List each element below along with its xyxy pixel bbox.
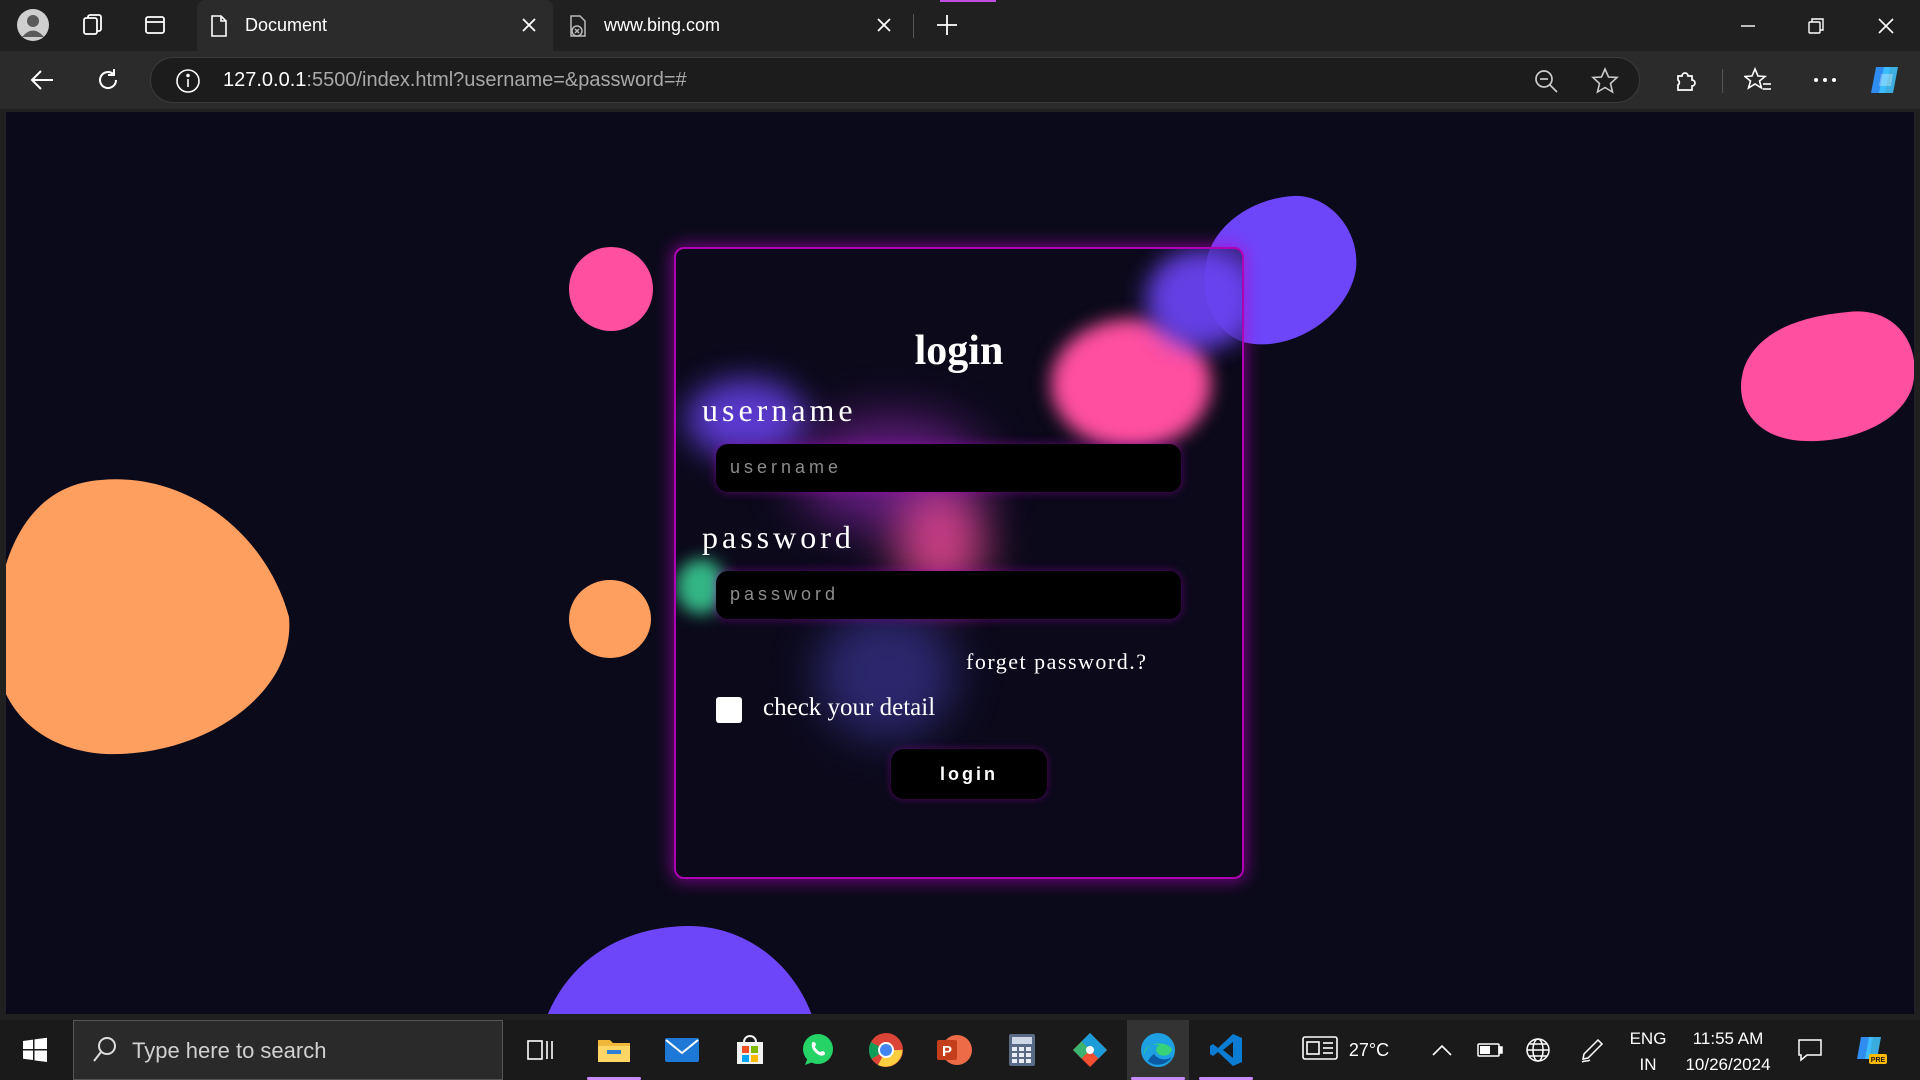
- close-tab-icon[interactable]: [872, 13, 896, 37]
- zoom-out-icon[interactable]: [1533, 68, 1559, 99]
- notifications-icon[interactable]: [1790, 1020, 1830, 1080]
- login-card: login username username password passwor…: [674, 247, 1244, 879]
- page-icon: [209, 14, 229, 43]
- vscode-icon[interactable]: [1195, 1020, 1257, 1080]
- password-label: password: [702, 519, 855, 555]
- weather-icon: [1301, 1035, 1339, 1066]
- workspaces-icon[interactable]: [73, 6, 111, 44]
- git-app-icon[interactable]: [1059, 1020, 1121, 1080]
- mail-icon[interactable]: [651, 1020, 713, 1080]
- microsoft-store-icon[interactable]: [719, 1020, 781, 1080]
- extensions-icon[interactable]: [1666, 60, 1706, 100]
- chrome-icon[interactable]: [855, 1020, 917, 1080]
- powerpoint-icon[interactable]: P: [923, 1020, 985, 1080]
- taskbar-search-box[interactable]: Type here to search: [73, 1020, 503, 1080]
- check-detail-label: check your detail: [763, 694, 936, 721]
- site-info-icon[interactable]: [175, 68, 201, 99]
- task-view-icon[interactable]: [509, 1020, 571, 1080]
- copilot-icon[interactable]: [1865, 60, 1905, 100]
- tab-title: www.bing.com: [604, 15, 721, 35]
- check-detail-checkbox[interactable]: [716, 697, 742, 723]
- favorite-star-icon[interactable]: [1591, 67, 1619, 100]
- battery-icon[interactable]: [1470, 1020, 1510, 1080]
- address-bar[interactable]: 127.0.0.1:5500/index.html?username=&pass…: [150, 57, 1640, 103]
- profile-icon[interactable]: [14, 6, 52, 44]
- language-code: ENG: [1629, 1029, 1667, 1048]
- pink-circle-small: [569, 247, 653, 331]
- close-window-button[interactable]: [1852, 0, 1920, 51]
- start-button[interactable]: [4, 1020, 66, 1080]
- svg-text:PRE: PRE: [1871, 1057, 1886, 1064]
- svg-text:P: P: [942, 1043, 952, 1060]
- taskbar: Type here to search P 27°C ENG IN 11:55 …: [0, 1020, 1920, 1080]
- bing-error-page-icon: [568, 14, 590, 43]
- minimize-button[interactable]: [1714, 0, 1782, 51]
- edge-icon[interactable]: [1127, 1020, 1189, 1080]
- tab-strip: Document www.bing.com: [0, 0, 1920, 51]
- page-viewport: login username username password passwor…: [6, 112, 1914, 1014]
- password-input[interactable]: password: [716, 571, 1181, 619]
- tab-divider: [913, 14, 914, 38]
- url-text[interactable]: 127.0.0.1:5500/index.html?username=&pass…: [223, 69, 687, 92]
- network-globe-icon[interactable]: [1518, 1020, 1558, 1080]
- search-icon: [92, 1036, 118, 1069]
- refresh-button[interactable]: [88, 60, 128, 100]
- username-placeholder: username: [730, 457, 843, 477]
- orange-blob-large: [6, 479, 290, 755]
- language-region: IN: [1639, 1055, 1657, 1074]
- weather-temp: 27°C: [1348, 1039, 1390, 1060]
- clock-date: 10/26/2024: [1685, 1055, 1771, 1074]
- show-hidden-icons-icon[interactable]: [1422, 1020, 1462, 1080]
- whatsapp-icon[interactable]: [787, 1020, 849, 1080]
- pen-icon[interactable]: [1572, 1020, 1612, 1080]
- back-button[interactable]: [22, 60, 62, 100]
- more-options-icon[interactable]: [1805, 60, 1845, 100]
- purple-blob-bottom: [548, 925, 812, 1014]
- login-button[interactable]: login: [891, 749, 1047, 799]
- search-placeholder: Type here to search: [132, 1038, 327, 1063]
- clock[interactable]: 11:55 AM 10/26/2024: [1678, 1026, 1778, 1078]
- forget-password-link[interactable]: forget password.?: [966, 649, 1148, 675]
- close-tab-icon[interactable]: [517, 13, 541, 37]
- clock-time: 11:55 AM: [1692, 1029, 1764, 1048]
- calculator-icon[interactable]: [991, 1020, 1053, 1080]
- language-indicator[interactable]: ENG IN: [1626, 1026, 1670, 1078]
- new-tab-button[interactable]: [928, 6, 966, 44]
- tab-document[interactable]: Document: [197, 0, 553, 51]
- tab-accent: [940, 0, 996, 2]
- weather-widget[interactable]: 27°C: [1290, 1020, 1400, 1080]
- browser-toolbar: 127.0.0.1:5500/index.html?username=&pass…: [0, 51, 1920, 109]
- tab-actions-icon[interactable]: [136, 6, 174, 44]
- username-label: username: [702, 392, 857, 428]
- tab-bing[interactable]: www.bing.com: [556, 0, 906, 51]
- orange-circle-small: [569, 580, 651, 658]
- tab-title: Document: [245, 15, 328, 35]
- copilot-preview-icon[interactable]: PRE: [1848, 1020, 1894, 1080]
- login-heading: login: [914, 328, 1004, 374]
- password-placeholder: password: [730, 584, 840, 604]
- toolbar-divider: [1722, 69, 1723, 93]
- favorites-icon[interactable]: [1738, 60, 1778, 100]
- file-explorer-icon[interactable]: [583, 1020, 645, 1080]
- restore-button[interactable]: [1782, 0, 1850, 51]
- pink-blob-right: [1741, 311, 1914, 442]
- username-input[interactable]: username: [716, 444, 1181, 492]
